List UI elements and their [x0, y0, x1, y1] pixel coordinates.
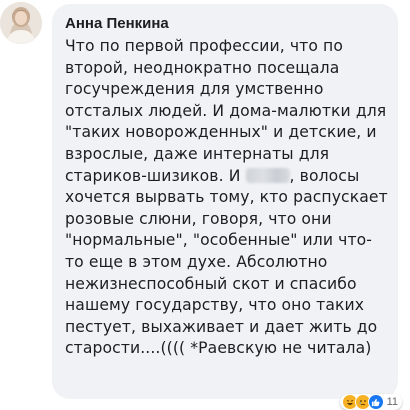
author-avatar[interactable]: [0, 2, 42, 44]
comment-text-part-1: Что по первой профессии, что по второй, …: [65, 37, 387, 185]
comment-author-name[interactable]: Анна Пенкина: [65, 15, 388, 33]
avatar-photo: [0, 2, 42, 44]
reactions-summary[interactable]: 11: [339, 394, 402, 410]
reaction-count: 11: [386, 396, 398, 408]
comment-bubble: Анна Пенкина Что по первой профессии, чт…: [52, 4, 398, 399]
redacted-name-blur: [245, 167, 290, 183]
like-icon: [367, 394, 384, 410]
comment-text-part-2: , волосы хочется вырвать тому, кто распу…: [65, 166, 388, 358]
comment-text: Что по первой профессии, что по второй, …: [65, 36, 388, 360]
